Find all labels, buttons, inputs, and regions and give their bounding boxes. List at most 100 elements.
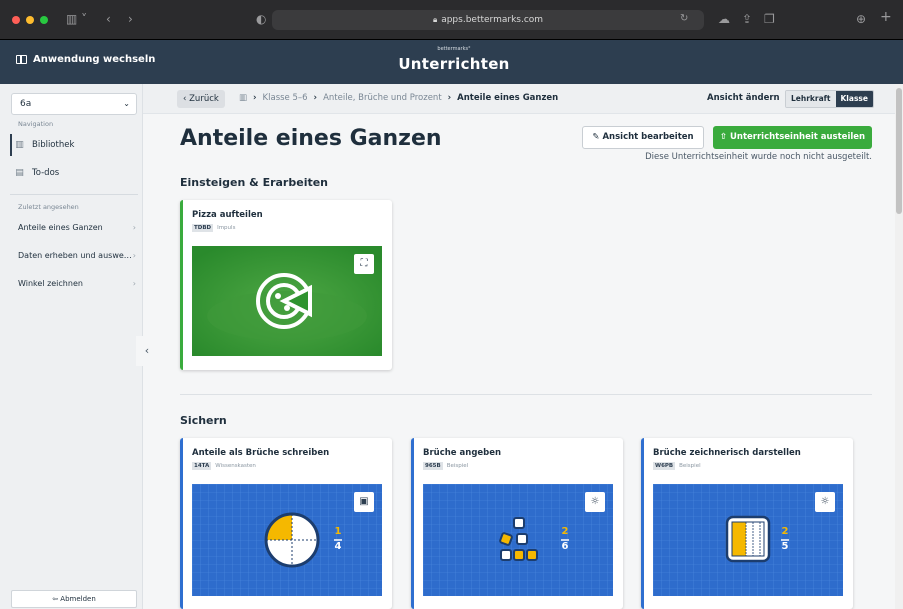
logout-button[interactable]: ⇦ Abmelden bbox=[11, 590, 137, 608]
breadcrumb-current: Anteile eines Ganzen bbox=[457, 93, 559, 103]
upload-icon: ⇧ bbox=[719, 132, 728, 142]
toggle-teacher[interactable]: Lehrkraft bbox=[786, 91, 836, 107]
content-card[interactable]: Brüche angeben 965B Beispiel 2 6 ☼ bbox=[411, 438, 623, 609]
page-title: Anteile eines Ganzen bbox=[180, 126, 442, 151]
sidebar-item-label: Bibliothek bbox=[32, 140, 75, 150]
sidebar-toggle-icon[interactable]: ▥ ˅ bbox=[66, 11, 87, 27]
collapse-sidebar-button[interactable]: ‹ bbox=[136, 336, 158, 366]
book-open-icon bbox=[16, 55, 27, 64]
share-icon[interactable]: ⇪ bbox=[742, 11, 752, 27]
chevron-right-icon: › bbox=[132, 223, 136, 232]
card-meta: W6PB Beispiel bbox=[653, 462, 701, 470]
breadcrumb-bar: ‹ Zurück ▥ › Klasse 5–6 › Anteile, Brüch… bbox=[143, 84, 895, 114]
sidebar-item-library[interactable]: ▥ Bibliothek bbox=[10, 134, 138, 156]
recent-heading: Zuletzt angesehen bbox=[18, 203, 79, 211]
recent-item-label: Daten erheben und auswe… bbox=[18, 251, 132, 260]
fraction-numerator: 1 bbox=[334, 526, 342, 537]
close-window-button[interactable] bbox=[12, 16, 20, 24]
share-unit-button[interactable]: ⇧ Unterrichtseinheit austeilen bbox=[713, 126, 872, 149]
library-icon: ▥ bbox=[15, 140, 24, 150]
fraction-numerator: 2 bbox=[561, 526, 569, 537]
cloud-icon[interactable]: ☁︎ bbox=[718, 11, 730, 27]
edit-view-label: Ansicht bearbeiten bbox=[602, 132, 694, 142]
scrollbar-thumb[interactable] bbox=[896, 88, 902, 214]
share-unit-label: Unterrichtseinheit austeilen bbox=[730, 132, 866, 142]
breadcrumb-separator-icon: › bbox=[313, 93, 318, 103]
card-title: Pizza aufteilen bbox=[192, 210, 263, 220]
forward-nav-icon[interactable]: › bbox=[128, 11, 133, 27]
content-card[interactable]: Anteile als Brüche schreiben 14TA Wissen… bbox=[180, 438, 392, 609]
section-title: Einsteigen & Erarbeiten bbox=[180, 176, 329, 189]
sidebar-item-todos[interactable]: ▤ To-dos bbox=[10, 162, 138, 184]
address-bar[interactable]: 🔒︎ apps.bettermarks.com bbox=[272, 10, 704, 30]
recent-item[interactable]: Anteile eines Ganzen › bbox=[18, 223, 136, 232]
new-tab-icon[interactable]: + bbox=[880, 9, 892, 25]
breadcrumb-item[interactable]: Klasse 5–6 bbox=[263, 93, 308, 103]
card-code: W6PB bbox=[653, 462, 676, 470]
card-meta: 965B Beispiel bbox=[423, 462, 468, 470]
pencil-icon: ✎ bbox=[592, 132, 600, 142]
content-card[interactable]: Brüche zeichnerisch darstellen W6PB Beis… bbox=[641, 438, 853, 609]
switch-app-label: Anwendung wechseln bbox=[33, 54, 156, 65]
lock-icon: 🔒︎ bbox=[432, 15, 438, 24]
card-title: Brüche zeichnerisch darstellen bbox=[653, 448, 801, 458]
toggle-class[interactable]: Klasse bbox=[835, 91, 873, 107]
class-select[interactable]: 6a ⌄ bbox=[11, 93, 137, 115]
tabs-icon[interactable]: ❐ bbox=[764, 11, 775, 27]
lightbulb-icon: ☼ bbox=[585, 492, 605, 512]
recent-item[interactable]: Winkel zeichnen › bbox=[18, 279, 136, 288]
edit-view-button[interactable]: ✎ Ansicht bearbeiten bbox=[582, 126, 704, 149]
chevron-left-icon: ‹ bbox=[183, 94, 187, 104]
view-switch-label: Ansicht ändern bbox=[707, 93, 780, 103]
logout-icon: ⇦ bbox=[52, 595, 59, 603]
reload-icon[interactable]: ↻ bbox=[680, 11, 688, 27]
card-kind: Beispiel bbox=[679, 463, 701, 469]
minimize-window-button[interactable] bbox=[26, 16, 34, 24]
card-accent bbox=[641, 438, 644, 609]
card-code: 965B bbox=[423, 462, 443, 470]
card-kind: Impuls bbox=[217, 225, 236, 231]
card-accent bbox=[411, 438, 414, 609]
card-meta: 14TA Wissenskasten bbox=[192, 462, 256, 470]
breadcrumb-separator-icon: › bbox=[253, 93, 257, 103]
maximize-window-button[interactable] bbox=[40, 16, 48, 24]
library-icon[interactable]: ▥ bbox=[239, 93, 247, 103]
card-title: Anteile als Brüche schreiben bbox=[192, 448, 330, 458]
switch-app-button[interactable]: Anwendung wechseln bbox=[16, 54, 155, 65]
class-select-value: 6a bbox=[20, 99, 32, 109]
view-toggle: Lehrkraft Klasse bbox=[785, 90, 874, 108]
download-icon[interactable]: ⊕ bbox=[856, 11, 866, 27]
sidebar-item-label: To-dos bbox=[32, 168, 60, 178]
card-accent bbox=[180, 200, 183, 370]
fraction-denominator: 4 bbox=[334, 541, 342, 552]
book-icon: ▣ bbox=[354, 492, 374, 512]
sidebar-divider bbox=[10, 194, 138, 195]
navigation-heading: Navigation bbox=[18, 120, 54, 128]
presentation-icon: ⛶ bbox=[354, 254, 374, 274]
url-text: apps.bettermarks.com bbox=[441, 15, 544, 25]
recent-item-label: Anteile eines Ganzen bbox=[18, 223, 103, 232]
sidebar: 6a ⌄ Navigation ▥ Bibliothek ▤ To-dos Zu… bbox=[0, 84, 143, 609]
chevron-right-icon: › bbox=[132, 279, 136, 288]
app-title: Unterrichten bbox=[398, 55, 510, 73]
chevron-right-icon: › bbox=[132, 251, 136, 260]
back-label: Zurück bbox=[189, 94, 219, 104]
content-card[interactable]: Pizza aufteilen TDBD Impuls ⛶ bbox=[180, 200, 392, 370]
chevron-down-icon: ⌄ bbox=[123, 99, 130, 108]
section-divider bbox=[180, 394, 872, 395]
back-nav-icon[interactable]: ‹ bbox=[106, 11, 111, 27]
recent-item-label: Winkel zeichnen bbox=[18, 279, 83, 288]
card-code: 14TA bbox=[192, 462, 212, 470]
fraction-numerator: 2 bbox=[781, 526, 789, 537]
logout-label: Abmelden bbox=[60, 595, 96, 603]
breadcrumb-separator-icon: › bbox=[447, 93, 452, 103]
recent-item[interactable]: Daten erheben und auswe… › bbox=[18, 251, 136, 260]
card-title: Brüche angeben bbox=[423, 448, 502, 458]
breadcrumb-item[interactable]: Anteile, Brüche und Prozent bbox=[323, 93, 442, 103]
todo-icon: ▤ bbox=[15, 168, 24, 178]
card-kind: Beispiel bbox=[446, 463, 469, 469]
fraction-denominator: 5 bbox=[781, 541, 789, 552]
card-kind: Wissenskasten bbox=[215, 463, 256, 469]
back-button[interactable]: ‹ Zurück bbox=[177, 90, 225, 108]
shield-icon[interactable]: ◐ bbox=[256, 11, 266, 27]
